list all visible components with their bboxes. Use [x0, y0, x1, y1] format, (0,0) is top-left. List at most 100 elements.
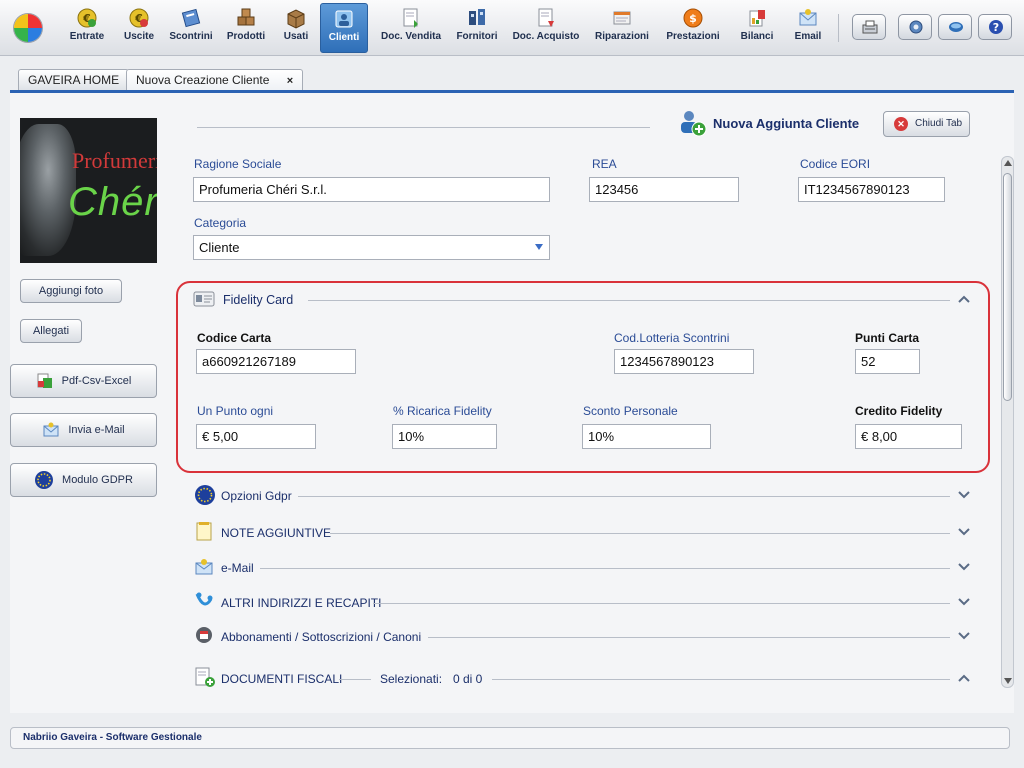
section-gdpr-divider: [298, 496, 950, 497]
customer-photo: Profumeria Chéri: [20, 118, 157, 263]
gdpr-button[interactable]: Modulo GDPR: [10, 463, 157, 497]
help-button[interactable]: ?: [978, 14, 1012, 40]
eu-flag-icon: [35, 471, 54, 490]
section-addresses-title[interactable]: ALTRI INDIRIZZI E RECAPITI: [221, 596, 381, 610]
tab-close-icon[interactable]: ×: [287, 75, 293, 87]
section-fiscal-title[interactable]: DOCUMENTI FISCALI: [221, 672, 342, 686]
toolbar-clienti[interactable]: Clienti: [320, 3, 368, 53]
send-email-button[interactable]: Invia e-Mail: [10, 413, 157, 447]
toolbar-usati[interactable]: Usati: [278, 3, 314, 53]
chevron-down-icon[interactable]: [958, 632, 970, 640]
section-note-title[interactable]: NOTE AGGIUNTIVE: [221, 526, 331, 540]
toolbar-riparazioni[interactable]: Riparazioni: [591, 3, 653, 53]
close-icon: ✕: [894, 117, 908, 131]
toolbar-doc-acquisto[interactable]: Doc. Acquisto: [509, 3, 583, 53]
boxes-icon: [237, 8, 255, 26]
receipt-icon: [181, 8, 201, 28]
contacts-icon: [195, 592, 213, 606]
status-text: Nabriio Gaveira - Software Gestionale: [23, 732, 202, 743]
section-subscriptions-title[interactable]: Abbonamenti / Sottoscrizioni / Canoni: [221, 630, 421, 644]
ricarica-input[interactable]: 10%: [392, 424, 497, 449]
toolbar-prestazioni[interactable]: $ Prestazioni: [663, 3, 723, 53]
purchase-doc-icon: [538, 8, 554, 27]
toolbar-prodotti[interactable]: Prodotti: [222, 3, 270, 53]
toolbar-scontrini-label: Scontrini: [169, 31, 213, 42]
dropdown-arrow-icon: [535, 244, 543, 250]
selected-label: Selezionati:: [380, 672, 443, 686]
export-button[interactable]: Pdf-Csv-Excel: [10, 364, 157, 398]
attachments-label: Allegati: [32, 325, 70, 337]
add-photo-label: Aggiungi foto: [38, 285, 104, 297]
categoria-select[interactable]: Cliente: [193, 235, 550, 260]
toolbar-scontrini[interactable]: Scontrini: [166, 3, 216, 53]
lotteria-input[interactable]: 1234567890123: [614, 349, 754, 374]
ragione-sociale-label: Ragione Sociale: [194, 157, 282, 171]
rea-input[interactable]: 123456: [589, 177, 739, 202]
codice-carta-input[interactable]: a660921267189: [196, 349, 356, 374]
toolbar-email-label: Email: [794, 31, 822, 42]
toolbar-bilanci-label: Bilanci: [740, 31, 774, 42]
eori-input[interactable]: IT1234567890123: [798, 177, 945, 202]
toolbar-doc-acquisto-label: Doc. Acquisto: [512, 31, 580, 42]
close-tab-button[interactable]: ✕ Chiudi Tab: [883, 111, 970, 137]
svg-text:$: $: [689, 12, 697, 25]
attachments-button[interactable]: Allegati: [20, 319, 82, 343]
chevron-up-icon[interactable]: [958, 674, 970, 682]
toolbar-uscite-label: Uscite: [123, 31, 154, 42]
sconto-input[interactable]: 10%: [582, 424, 711, 449]
tab-new-customer-label: Nuova Creazione Cliente: [136, 73, 270, 87]
send-email-label: Invia e-Mail: [68, 424, 125, 436]
email-icon: [799, 9, 817, 26]
section-email-title[interactable]: e-Mail: [221, 561, 254, 575]
credito-input[interactable]: € 8,00: [855, 424, 962, 449]
chevron-down-icon[interactable]: [958, 491, 970, 499]
rea-label: REA: [592, 157, 617, 171]
scrollbar-thumb[interactable]: [1003, 173, 1012, 401]
codice-carta-label: Codice Carta: [197, 331, 272, 345]
chevron-down-icon[interactable]: [958, 563, 970, 571]
section-gdpr-title[interactable]: Opzioni Gdpr: [221, 489, 292, 503]
scroll-up-arrow-icon[interactable]: [1004, 160, 1012, 166]
svg-text:?: ?: [993, 21, 999, 34]
toolbar-doc-vendita[interactable]: Doc. Vendita: [376, 3, 446, 53]
punti-carta-label: Punti Carta: [855, 331, 920, 345]
punti-carta-input[interactable]: 52: [855, 349, 920, 374]
user-button[interactable]: [938, 14, 972, 40]
photo-text-line1: Profumeria: [72, 148, 157, 173]
add-photo-button[interactable]: Aggiungi foto: [20, 279, 122, 303]
toolbar-email[interactable]: Email: [790, 3, 826, 53]
toolbar-bilanci[interactable]: Bilanci: [736, 3, 778, 53]
chevron-down-icon[interactable]: [958, 598, 970, 606]
box-icon: [287, 9, 305, 29]
status-bar: Nabriio Gaveira - Software Gestionale: [10, 727, 1010, 749]
toolbar-uscite[interactable]: € Uscite: [117, 3, 161, 53]
id-card-icon: [193, 291, 215, 307]
toolbar-fornitori-label: Fornitori: [456, 31, 498, 42]
help-icon: ?: [989, 20, 1003, 34]
tab-home[interactable]: GAVEIRA HOME: [18, 69, 130, 91]
eori-label: Codice EORI: [800, 157, 871, 171]
section-subscriptions-divider: [428, 637, 950, 638]
app-logo-icon[interactable]: [14, 14, 42, 42]
balance-icon: [749, 10, 765, 27]
gear-icon: [909, 20, 923, 34]
ricarica-label: % Ricarica Fidelity: [393, 404, 492, 418]
settings-button[interactable]: [898, 14, 932, 40]
chevron-up-icon[interactable]: [958, 295, 970, 303]
toolbar-clienti-label: Clienti: [328, 32, 360, 43]
device-button[interactable]: [852, 14, 886, 40]
punto-ogni-input[interactable]: € 5,00: [196, 424, 316, 449]
user-icon: [949, 22, 963, 32]
vertical-scrollbar[interactable]: [1001, 156, 1014, 688]
ragione-sociale-input[interactable]: Profumeria Chéri S.r.l.: [193, 177, 550, 202]
lotteria-label: Cod.Lotteria Scontrini: [614, 331, 730, 345]
toolbar-fornitori[interactable]: Fornitori: [453, 3, 501, 53]
categoria-label: Categoria: [194, 216, 247, 230]
toolbar-entrate[interactable]: € Entrate: [63, 3, 111, 53]
chevron-down-icon[interactable]: [958, 528, 970, 536]
tab-new-customer[interactable]: Nuova Creazione Cliente ×: [126, 69, 304, 91]
header-divider: [197, 127, 650, 128]
section-fiscal-divider-b: [492, 679, 950, 680]
fidelity-divider: [308, 300, 950, 301]
scroll-down-arrow-icon[interactable]: [1004, 678, 1012, 684]
